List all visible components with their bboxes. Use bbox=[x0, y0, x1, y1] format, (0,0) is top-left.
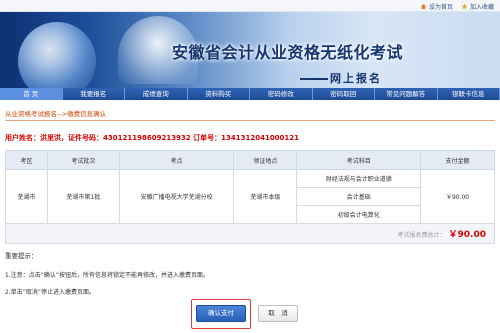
table-header-row: 考区 考试批次 考点 领证地点 考试科目 支付金额 bbox=[5, 150, 495, 170]
user-info-line: 用户姓名：洪里洪，证件号码：430121198609213932 订单号：134… bbox=[5, 133, 299, 143]
header-subjects: 考试科目 bbox=[296, 150, 422, 170]
breadcrumb-divider bbox=[5, 120, 495, 121]
header-banner: 安徽省会计从业资格无纸化考试 网上报名 bbox=[0, 12, 500, 88]
banner-title: 安徽省会计从业资格无纸化考试 bbox=[172, 43, 404, 62]
cell-subject-1: 财经法规与会计职业道德 bbox=[296, 169, 422, 188]
cell-amount: ￥90.00 bbox=[420, 169, 495, 224]
confirm-payment-button[interactable]: 确认支付 bbox=[196, 305, 246, 322]
payment-table: 考区 考试批次 考点 领证地点 考试科目 支付金额 芜湖市 芜湖市第1批 安徽广… bbox=[5, 150, 495, 244]
add-favorite-label: 加入收藏 bbox=[469, 4, 494, 11]
set-homepage-label: 设为首页 bbox=[428, 4, 453, 11]
cell-site: 安徽广播电视大学芜湖分校 bbox=[118, 169, 235, 224]
table-row: 芜湖市 芜湖市第1批 安徽广播电视大学芜湖分校 芜湖市本级 财经法规与会计职业道… bbox=[5, 169, 495, 224]
subtitle-dash bbox=[300, 78, 328, 80]
tip-line-1: 1.注意：点击“确认”按钮后，所有信息将锁定不能再修改，并进入缴费页面。 bbox=[5, 272, 209, 279]
header-region: 考区 bbox=[5, 150, 48, 170]
id-label: ，证件号码： bbox=[61, 134, 103, 142]
cell-batch: 芜湖市第1批 bbox=[46, 169, 120, 224]
main-nav: 首 页 我要报名 成绩查询 资料购买 密码修改 密码取回 常见问题解答 银联卡信… bbox=[0, 88, 500, 100]
nav-home[interactable]: 首 页 bbox=[0, 88, 63, 100]
cell-subject-2: 会计基础 bbox=[296, 187, 422, 206]
nav-material-purchase[interactable]: 资料购买 bbox=[188, 88, 250, 100]
order-label: 订单号： bbox=[193, 134, 222, 142]
globe-image bbox=[18, 22, 96, 88]
nav-faq[interactable]: 常见问题解答 bbox=[375, 88, 438, 100]
top-bar: 设为首页 加入收藏 bbox=[0, 0, 500, 12]
nav-score-query[interactable]: 成绩查询 bbox=[125, 88, 188, 100]
cell-region: 芜湖市 bbox=[5, 169, 48, 224]
banner-subtitle: 网上报名 bbox=[330, 72, 382, 85]
nav-password-change[interactable]: 密码修改 bbox=[250, 88, 313, 100]
star-icon bbox=[461, 3, 468, 10]
home-icon bbox=[420, 3, 427, 10]
nav-register[interactable]: 我要报名 bbox=[63, 88, 125, 100]
add-favorite-link[interactable]: 加入收藏 bbox=[461, 2, 494, 11]
set-homepage-link[interactable]: 设为首页 bbox=[420, 2, 453, 11]
total-value: ￥90.00 bbox=[448, 230, 486, 240]
tips-title: 重要提示： bbox=[5, 252, 38, 260]
cell-subject-3: 初级会计电算化 bbox=[296, 205, 422, 224]
top-links: 设为首页 加入收藏 bbox=[420, 2, 494, 11]
user-name-label: 用户姓名： bbox=[5, 134, 40, 142]
header-amount: 支付金额 bbox=[420, 150, 495, 170]
header-site: 考点 bbox=[118, 150, 235, 170]
header-batch: 考试批次 bbox=[46, 150, 120, 170]
nav-password-retrieve[interactable]: 密码取回 bbox=[313, 88, 375, 100]
id-number-value: 430121198609213932 bbox=[103, 134, 191, 142]
cancel-button[interactable]: 取 消 bbox=[258, 305, 298, 322]
header-pickup: 领证地点 bbox=[233, 150, 298, 170]
total-label: 考试报名费总计： bbox=[397, 232, 446, 239]
user-name-value: 洪里洪 bbox=[40, 134, 61, 142]
order-number-value: 1341312041000121 bbox=[221, 134, 300, 142]
cell-pickup: 芜湖市本级 bbox=[233, 169, 298, 224]
total-cell: 考试报名费总计： ￥90.00 bbox=[5, 223, 495, 244]
total-row: 考试报名费总计： ￥90.00 bbox=[5, 223, 495, 244]
breadcrumb: 从业资格考试报名-->缴费信息确认 bbox=[5, 110, 107, 118]
tip-line-2: 2.单击“取消”停止进入缴费页面。 bbox=[5, 289, 95, 296]
nav-unionpay-info[interactable]: 银联卡信息 bbox=[438, 88, 500, 100]
